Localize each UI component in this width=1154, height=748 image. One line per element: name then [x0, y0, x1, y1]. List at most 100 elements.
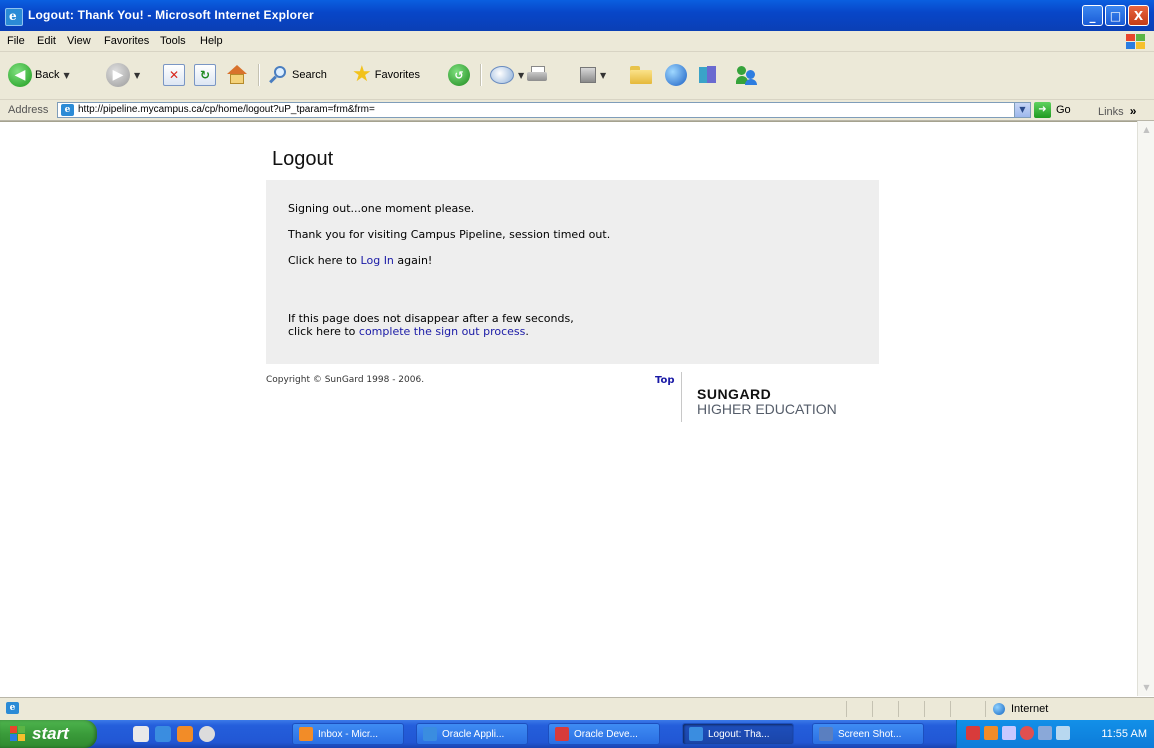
quicklaunch-media-icon[interactable]	[199, 726, 215, 742]
globe-icon	[665, 64, 687, 86]
task-label: Oracle Appli...	[442, 728, 505, 740]
security-zone: Internet	[993, 703, 1048, 715]
windows-flag-icon	[10, 726, 26, 742]
menu-tools[interactable]: Tools	[160, 35, 186, 47]
address-url[interactable]: http://pipeline.mycampus.ca/cp/home/logo…	[78, 104, 375, 115]
menu-edit[interactable]: Edit	[37, 35, 56, 47]
star-icon: ★	[352, 62, 372, 87]
toolbar: ◀ Back ▼ ▶ ▼ ✕ ↻ Search ★ Favorites ↺ ▼	[0, 52, 1154, 100]
start-button[interactable]: start	[0, 720, 97, 748]
stop-icon: ✕	[163, 64, 185, 86]
taskbar: start Inbox - Micr... Oracle Appli... Or…	[0, 720, 1154, 748]
favorites-button[interactable]: ★ Favorites	[352, 62, 420, 88]
forward-arrow-icon: ▶	[106, 63, 130, 87]
signing-out-message: Signing out...one moment please.	[288, 202, 475, 215]
forward-button[interactable]: ▶ ▼	[106, 62, 140, 88]
go-arrow-icon: ➜	[1034, 102, 1051, 118]
edit-icon	[580, 67, 596, 83]
address-input[interactable]: e http://pipeline.mycampus.ca/cp/home/lo…	[57, 102, 1031, 118]
printer-icon	[526, 66, 548, 84]
go-button[interactable]: ➜ Go	[1034, 102, 1071, 118]
task-oracle-appli[interactable]: Oracle Appli...	[416, 723, 528, 745]
links-button[interactable]: Links »	[1098, 104, 1136, 118]
title-bar[interactable]: e Logout: Thank You! - Microsoft Interne…	[0, 0, 1154, 31]
tray-display-icon[interactable]	[1038, 726, 1052, 740]
quicklaunch-outlook-icon[interactable]	[177, 726, 193, 742]
task-label: Logout: Tha...	[708, 728, 770, 740]
tray-oracle-icon[interactable]	[966, 726, 980, 740]
task-label: Screen Shot...	[838, 728, 902, 740]
refresh-icon: ↻	[194, 64, 216, 86]
chevron-down-icon[interactable]: ▼	[600, 71, 606, 80]
page-icon: e	[6, 702, 19, 714]
messenger-button[interactable]	[735, 62, 759, 88]
disappear-message: If this page does not disappear after a …	[288, 312, 574, 325]
menu-favorites[interactable]: Favorites	[104, 35, 149, 47]
logout-panel: Signing out...one moment please. Thank y…	[266, 180, 879, 364]
maximize-button[interactable]: □	[1105, 5, 1126, 26]
chevron-down-icon[interactable]: ▼	[134, 71, 140, 80]
page-title: Logout	[272, 148, 334, 170]
clock[interactable]: 11:55 AM	[1101, 728, 1147, 740]
vertical-scrollbar[interactable]: ▲ ▼	[1137, 121, 1154, 696]
top-link[interactable]: Top	[655, 375, 675, 386]
complete-signout-link[interactable]: complete the sign out process	[359, 325, 525, 338]
search-icon	[269, 65, 289, 85]
menu-file[interactable]: File	[7, 35, 25, 47]
complete-signout-line: click here to complete the sign out proc…	[288, 325, 529, 338]
quicklaunch-ie-icon[interactable]	[155, 726, 171, 742]
discuss-button[interactable]	[665, 62, 687, 88]
task-oracle-deve[interactable]: Oracle Deve...	[548, 723, 660, 745]
back-button[interactable]: ◀ Back ▼	[8, 62, 70, 88]
refresh-button[interactable]: ↻	[194, 62, 216, 88]
task-logout[interactable]: Logout: Tha...	[682, 723, 794, 745]
tray-antivirus-icon[interactable]	[1020, 726, 1034, 740]
thank-you-message: Thank you for visiting Campus Pipeline, …	[288, 228, 611, 241]
menu-bar: File Edit View Favorites Tools Help	[0, 31, 1154, 52]
close-button[interactable]: X	[1128, 5, 1149, 26]
messenger-icon	[735, 65, 759, 85]
menu-help[interactable]: Help	[200, 35, 223, 47]
history-icon: ↺	[448, 64, 470, 86]
copyright-text: Copyright © SunGard 1998 - 2006.	[266, 375, 425, 385]
start-label: start	[32, 724, 69, 743]
research-button[interactable]	[697, 62, 719, 88]
tray-network-icon[interactable]	[1002, 726, 1016, 740]
folder-button[interactable]	[630, 62, 652, 88]
scroll-up-icon[interactable]: ▲	[1139, 122, 1154, 137]
edit-button[interactable]: ▼	[580, 62, 606, 88]
minimize-button[interactable]: _	[1082, 5, 1103, 26]
search-label: Search	[292, 69, 327, 81]
status-divider	[872, 701, 873, 717]
task-screen-shot[interactable]: Screen Shot...	[812, 723, 924, 745]
stop-button[interactable]: ✕	[163, 62, 185, 88]
chevron-down-icon[interactable]: ▼	[518, 71, 524, 80]
task-label: Oracle Deve...	[574, 728, 638, 740]
menu-view[interactable]: View	[67, 35, 91, 47]
scroll-down-icon[interactable]: ▼	[1139, 680, 1154, 695]
windows-logo-icon	[1124, 33, 1146, 49]
status-divider	[950, 701, 951, 717]
back-label: Back	[35, 69, 60, 81]
task-label: Inbox - Micr...	[318, 728, 379, 740]
status-divider	[985, 701, 986, 717]
ie-icon	[689, 727, 703, 741]
ie-icon	[423, 727, 437, 741]
search-button[interactable]: Search	[269, 62, 327, 88]
mail-button[interactable]: ▼	[490, 62, 524, 88]
quicklaunch-desktop-icon[interactable]	[133, 726, 149, 742]
chevron-right-icon: »	[1129, 104, 1137, 118]
log-in-link[interactable]: Log In	[361, 254, 394, 267]
chevron-down-icon[interactable]: ▼	[1014, 103, 1030, 117]
period-text: .	[525, 325, 529, 338]
home-button[interactable]	[226, 62, 248, 88]
print-button[interactable]	[526, 62, 548, 88]
tray-monitor-icon[interactable]	[1056, 726, 1070, 740]
task-inbox[interactable]: Inbox - Micr...	[292, 723, 404, 745]
history-button[interactable]: ↺	[448, 62, 470, 88]
ie-icon: e	[5, 8, 23, 26]
status-divider	[898, 701, 899, 717]
chevron-down-icon[interactable]: ▼	[63, 71, 69, 80]
tray-outlook-icon[interactable]	[984, 726, 998, 740]
system-tray: 11:55 AM	[956, 720, 1154, 748]
